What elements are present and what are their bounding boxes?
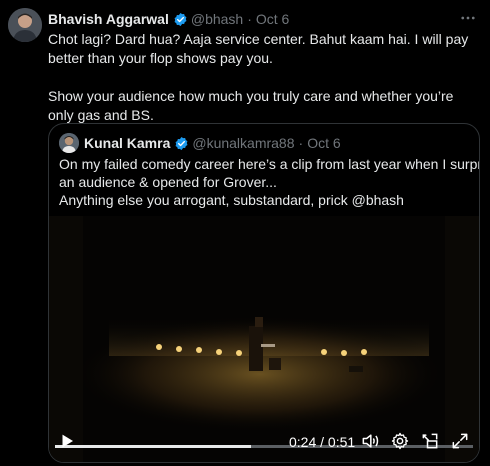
verified-badge-icon: [174, 136, 189, 151]
tweet-date[interactable]: Oct 6: [256, 11, 289, 27]
more-icon[interactable]: [458, 8, 478, 28]
quoted-author-name[interactable]: Kunal Kamra: [84, 135, 170, 151]
author-avatar[interactable]: [8, 8, 42, 42]
play-icon[interactable]: [57, 431, 77, 451]
separator-dot: ·: [247, 11, 252, 27]
separator-dot: ·: [298, 135, 304, 151]
picture-in-picture-icon[interactable]: [419, 430, 441, 452]
verified-badge-icon: [173, 12, 188, 27]
author-name[interactable]: Bhavish Aggarwal: [48, 11, 169, 27]
tweet[interactable]: Bhavish Aggarwal @bhash · Oct 6 Chot lag…: [0, 0, 490, 466]
quoted-text-line: an audience & opened for Grover...: [59, 174, 277, 190]
quoted-tweet-text: On my failed comedy career here’s a clip…: [59, 155, 480, 209]
quoted-author-handle[interactable]: @kunalkamra88: [192, 135, 294, 151]
quoted-text-line: Anything else you arrogant, substandard,…: [59, 192, 404, 208]
tweet-header: Bhavish Aggarwal @bhash · Oct 6: [48, 10, 289, 28]
tweet-text: Chot lagi? Dard hua? Aaja service center…: [48, 30, 480, 125]
tweet-text-paragraph: Show your audience how much you truly ca…: [48, 88, 454, 123]
video-time: 0:24 / 0:51: [289, 434, 356, 450]
tweet-text-paragraph: Chot lagi? Dard hua? Aaja service center…: [48, 31, 469, 66]
quoted-tweet-header: Kunal Kamra @kunalkamra88 · Oct 6: [59, 133, 341, 153]
quoted-author-avatar: [59, 133, 79, 153]
quoted-tweet-date[interactable]: Oct 6: [307, 135, 340, 151]
video-frame: [49, 216, 479, 462]
fullscreen-icon[interactable]: [449, 430, 471, 452]
settings-icon[interactable]: [389, 430, 411, 452]
video-player[interactable]: [49, 216, 479, 462]
volume-icon[interactable]: [359, 430, 381, 452]
author-handle[interactable]: @bhash: [191, 11, 243, 27]
quoted-text-line: On my failed comedy career here’s a clip…: [59, 156, 480, 172]
quoted-tweet[interactable]: Kunal Kamra @kunalkamra88 · Oct 6 On my …: [48, 123, 480, 463]
video-progress-fill: [55, 445, 252, 448]
